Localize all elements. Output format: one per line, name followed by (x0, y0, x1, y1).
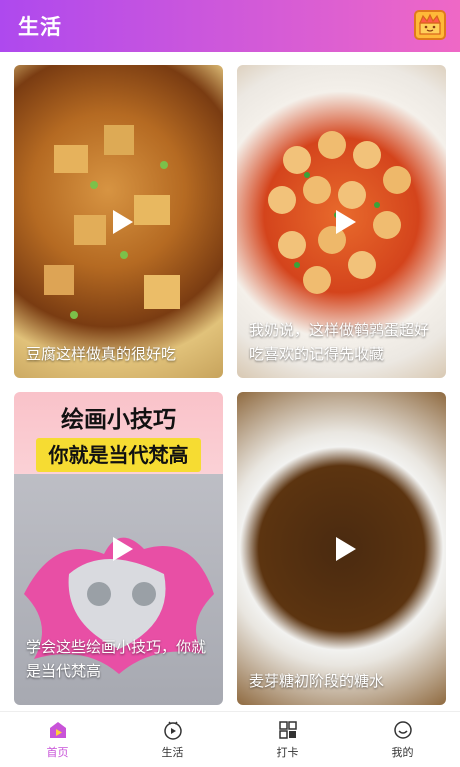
video-card[interactable]: 麦芽糖初阶段的糖水 (237, 392, 446, 705)
tab-label: 打卡 (276, 746, 299, 759)
video-caption: 豆腐这样做真的很好吃 (26, 345, 177, 363)
video-card[interactable]: 豆腐这样做真的很好吃 (14, 65, 223, 378)
tab-mine[interactable]: 我的 (345, 712, 460, 767)
home-play-icon (49, 722, 66, 738)
crown-icon-graphic (419, 13, 441, 35)
tab-checkin[interactable]: 打卡 (230, 712, 345, 767)
video-card[interactable]: 绘画小技巧 你就是当代梵高 学会这些绘画小技巧，你就是当代梵高 (14, 392, 223, 705)
video-feed-grid: 豆腐这样做真的很好吃 我奶说，这样做鹌鹑蛋超好吃喜欢的记得先收藏 绘画小技巧 你… (14, 65, 446, 705)
video-caption: 麦芽糖初阶段的糖水 (249, 672, 385, 690)
play-icon[interactable] (109, 208, 137, 236)
bottom-tab-bar: 首页 生活 打卡 我的 (0, 711, 460, 767)
overlay-title: 绘画小技巧 (61, 407, 176, 433)
app-header: 生活 (0, 0, 460, 52)
play-icon[interactable] (332, 535, 360, 563)
video-caption: 我奶说，这样做鹌鹑蛋超好吃喜欢的记得先收藏 (249, 321, 430, 363)
smile-icon (393, 721, 412, 739)
crown-icon[interactable] (414, 10, 446, 40)
play-icon[interactable] (109, 535, 137, 563)
video-caption: 学会这些绘画小技巧，你就是当代梵高 (26, 638, 207, 680)
tab-label: 我的 (391, 746, 414, 759)
overlay-subtitle: 你就是当代梵高 (36, 438, 201, 472)
video-card[interactable]: 我奶说，这样做鹌鹑蛋超好吃喜欢的记得先收藏 (237, 65, 446, 378)
tab-life[interactable]: 生活 (115, 712, 230, 767)
page-title: 生活 (18, 15, 62, 39)
play-icon[interactable] (332, 208, 360, 236)
tv-icon (163, 721, 182, 740)
tab-home[interactable]: 首页 (0, 712, 115, 767)
grid-icon (278, 721, 297, 739)
tab-label: 生活 (161, 746, 184, 759)
tab-label: 首页 (46, 746, 69, 759)
